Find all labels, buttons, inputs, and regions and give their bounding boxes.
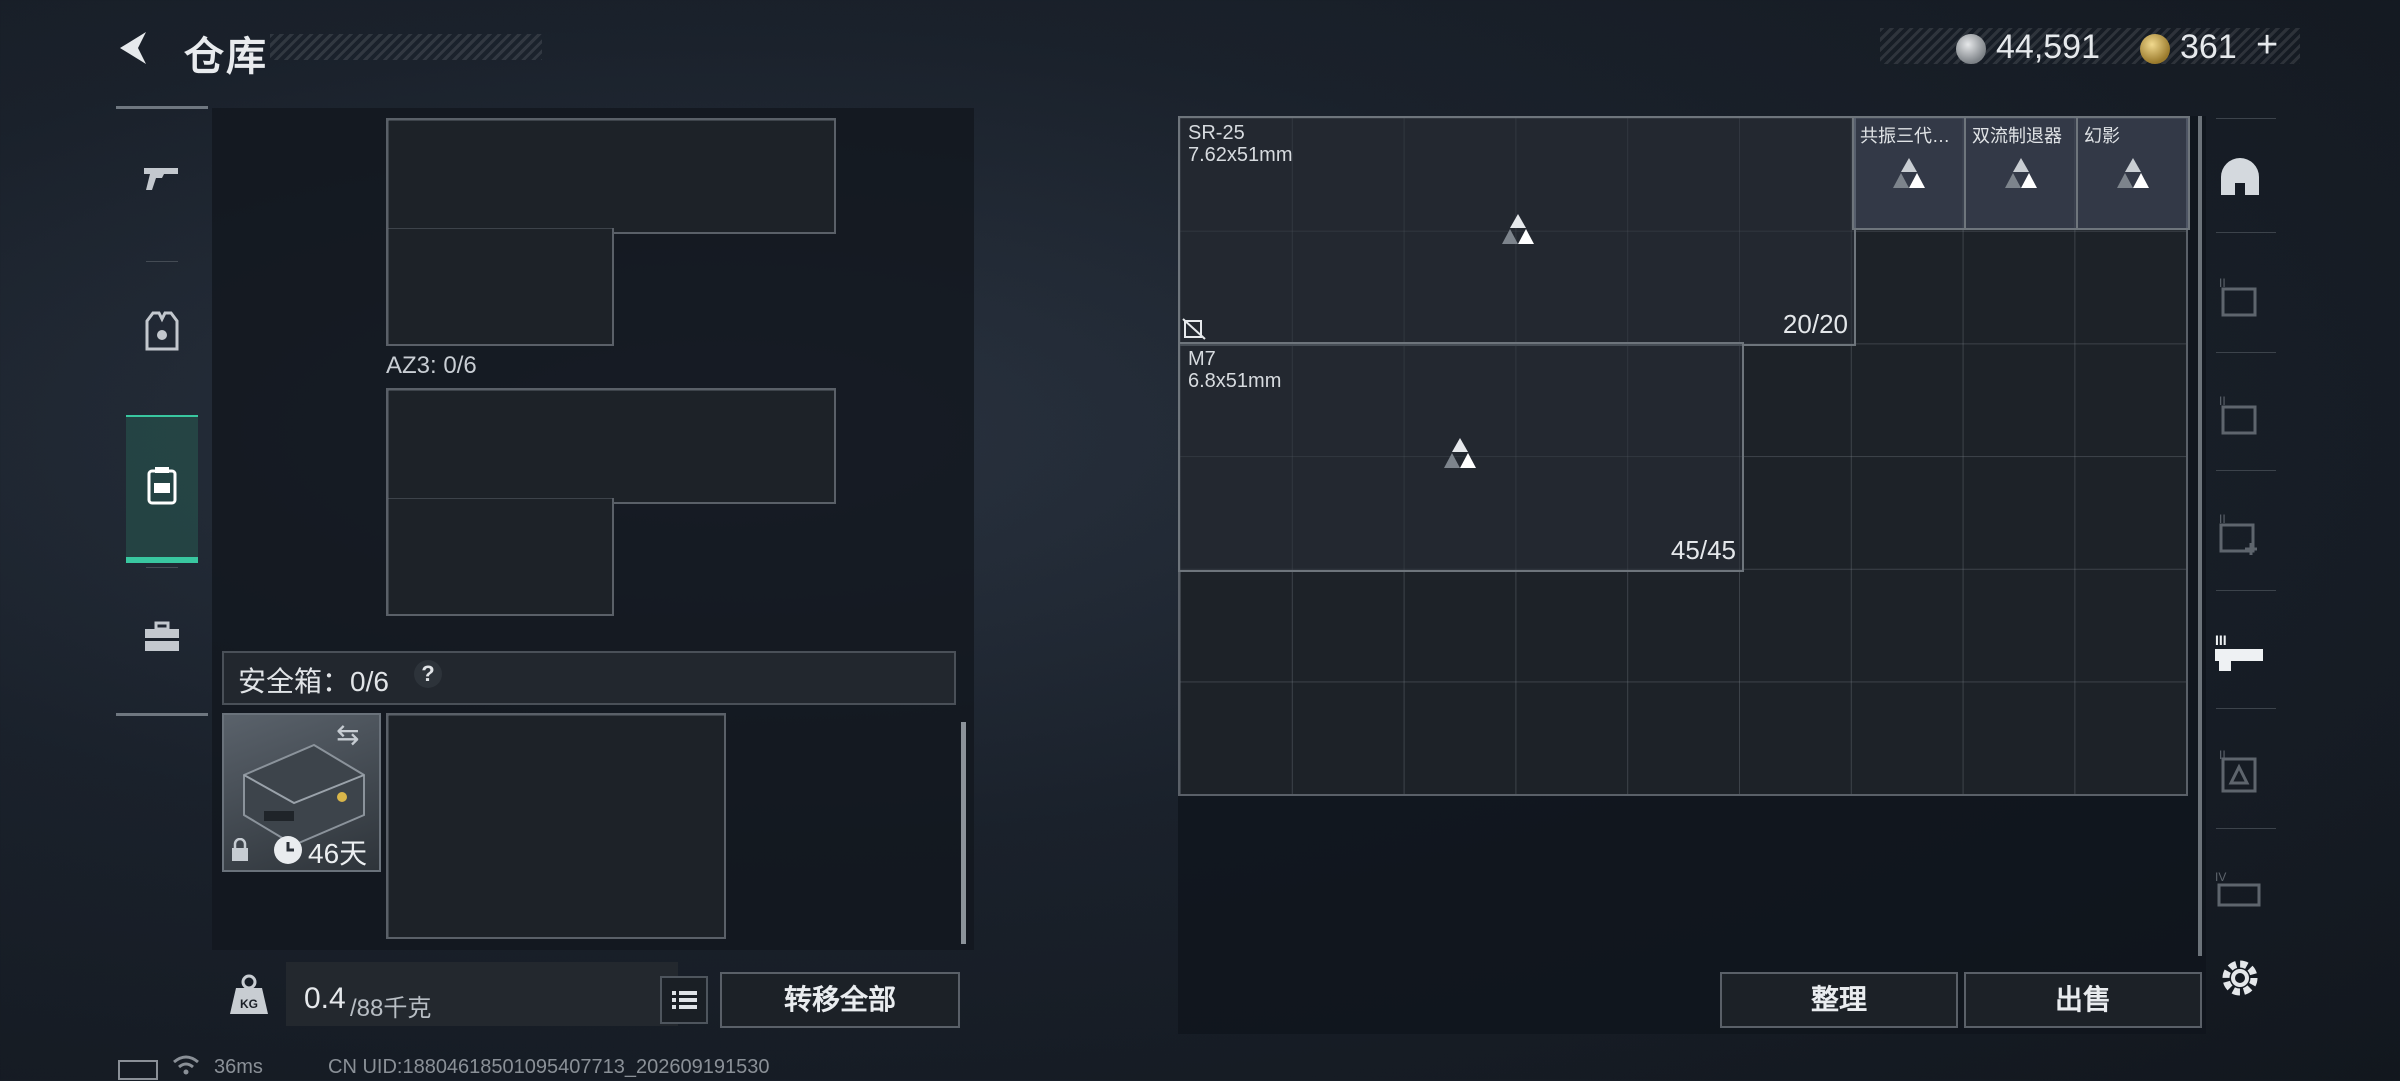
item-name: SR-25 7.62x51mm [1188, 122, 1293, 166]
add-currency-button[interactable]: + [2256, 24, 2278, 67]
category-rail [116, 106, 208, 716]
item-count: 20/20 [1782, 309, 1848, 339]
gold-coin-icon [2140, 34, 2170, 64]
settings-icon [2222, 960, 2258, 996]
filter-medkit-button[interactable]: II [2210, 506, 2270, 566]
safe-box-grid[interactable] [386, 713, 726, 939]
backpack-icon [145, 465, 179, 510]
svg-text:IV: IV [2215, 870, 2226, 884]
inventory-scrollbar[interactable] [961, 722, 966, 944]
attachment-3[interactable]: 幻影 [2076, 116, 2190, 230]
safe-box-label: 安全箱：0/6 [238, 666, 389, 697]
scope-icon: II [2219, 749, 2257, 793]
wifi-icon [172, 1054, 200, 1081]
svg-text:III: III [2215, 632, 2227, 648]
title-decoration [270, 34, 542, 60]
category-backpack-tab[interactable] [126, 415, 198, 563]
rarity-triangle-icon [1444, 438, 1476, 468]
svg-text:II: II [2219, 394, 2226, 408]
attachment-name: 共振三代… [1860, 126, 1950, 146]
helmet-icon [2221, 158, 2259, 195]
svg-text:II: II [2219, 512, 2226, 526]
filter-scope-button[interactable]: II [2210, 744, 2270, 804]
backpack-grid-upper-lower[interactable] [386, 228, 614, 346]
az3-grid-lower[interactable] [386, 498, 614, 616]
page-title: 仓库 [184, 35, 268, 79]
safe-box-help-button[interactable]: ? [414, 660, 442, 688]
gold-currency-value: 361 [2180, 28, 2237, 66]
vest-icon [145, 311, 179, 356]
battery-icon [118, 1060, 158, 1080]
silver-coin-icon [1956, 34, 1986, 64]
right-rail-divider [2198, 116, 2202, 956]
current-weight: 0.4 [304, 982, 346, 1015]
svg-text:II: II [2219, 749, 2226, 762]
rarity-triangle-icon [1502, 214, 1534, 244]
item-name: M7 6.8x51mm [1188, 348, 1282, 392]
sell-button[interactable]: 出售 [1964, 972, 2202, 1028]
ammo-box-icon: II [2219, 276, 2257, 317]
filter-ammo-box-2-button[interactable]: II [2210, 386, 2270, 446]
medkit-icon: II [2219, 512, 2257, 555]
item-count: 45/45 [1670, 535, 1736, 565]
item-sr25[interactable]: SR-25 7.62x51mm 20/20 [1178, 116, 1856, 346]
no-magazine-icon [1182, 318, 1206, 340]
rarity-triangle-icon [2117, 158, 2149, 188]
filter-helmet-button[interactable] [2210, 148, 2270, 208]
rarity-triangle-icon [2005, 158, 2037, 188]
item-m7[interactable]: M7 6.8x51mm 45/45 [1178, 342, 1744, 572]
list-view-button[interactable] [660, 976, 708, 1024]
filter-weapon-iv-button[interactable]: IV [2210, 862, 2270, 922]
category-tools-tab[interactable] [116, 569, 208, 709]
silver-currency-value: 44,591 [1996, 28, 2100, 66]
az3-capacity-label: AZ3: 0/6 [386, 352, 477, 379]
backpack-grid-upper[interactable] [386, 118, 836, 234]
filter-ammo-box-button[interactable]: II [2210, 268, 2270, 328]
attachment-2[interactable]: 双流制退器 [1964, 116, 2078, 230]
rifle-icon: III [2215, 632, 2263, 671]
settings-button[interactable] [2210, 948, 2270, 1008]
list-icon [672, 991, 697, 1009]
transfer-all-button[interactable]: 转移全部 [720, 972, 960, 1028]
swap-icon[interactable]: ⇆ [336, 718, 359, 751]
toolbox-icon [143, 621, 181, 658]
attachment-name: 双流制退器 [1972, 126, 2062, 146]
rarity-triangle-icon [1893, 158, 1925, 188]
ping-readout: 36ms [214, 1056, 263, 1078]
user-uid: CN UID:18804618501095407713_202609191530 [328, 1056, 770, 1078]
svg-text:II: II [2219, 276, 2226, 290]
gun-icon [142, 162, 182, 197]
weight-icon: KG [226, 972, 272, 1018]
lock-icon [230, 837, 250, 862]
filter-rifle-button[interactable]: III [2210, 624, 2270, 684]
category-weapon-tab[interactable] [116, 109, 208, 249]
svg-text:KG: KG [240, 997, 258, 1011]
case-days-remaining: 46天 [308, 838, 368, 869]
attachment-name: 幻影 [2084, 126, 2120, 146]
category-armor-tab[interactable] [116, 263, 208, 403]
back-arrow-icon[interactable] [112, 26, 156, 70]
clock-icon [274, 836, 302, 864]
weapon-iv-icon: IV [2215, 870, 2261, 907]
ammo-box-icon: II [2219, 394, 2257, 435]
arrange-button[interactable]: 整理 [1720, 972, 1958, 1028]
max-weight: /88千克 [350, 995, 432, 1022]
attachment-1[interactable]: 共振三代… [1852, 116, 1966, 230]
az3-grid-upper[interactable] [386, 388, 836, 504]
